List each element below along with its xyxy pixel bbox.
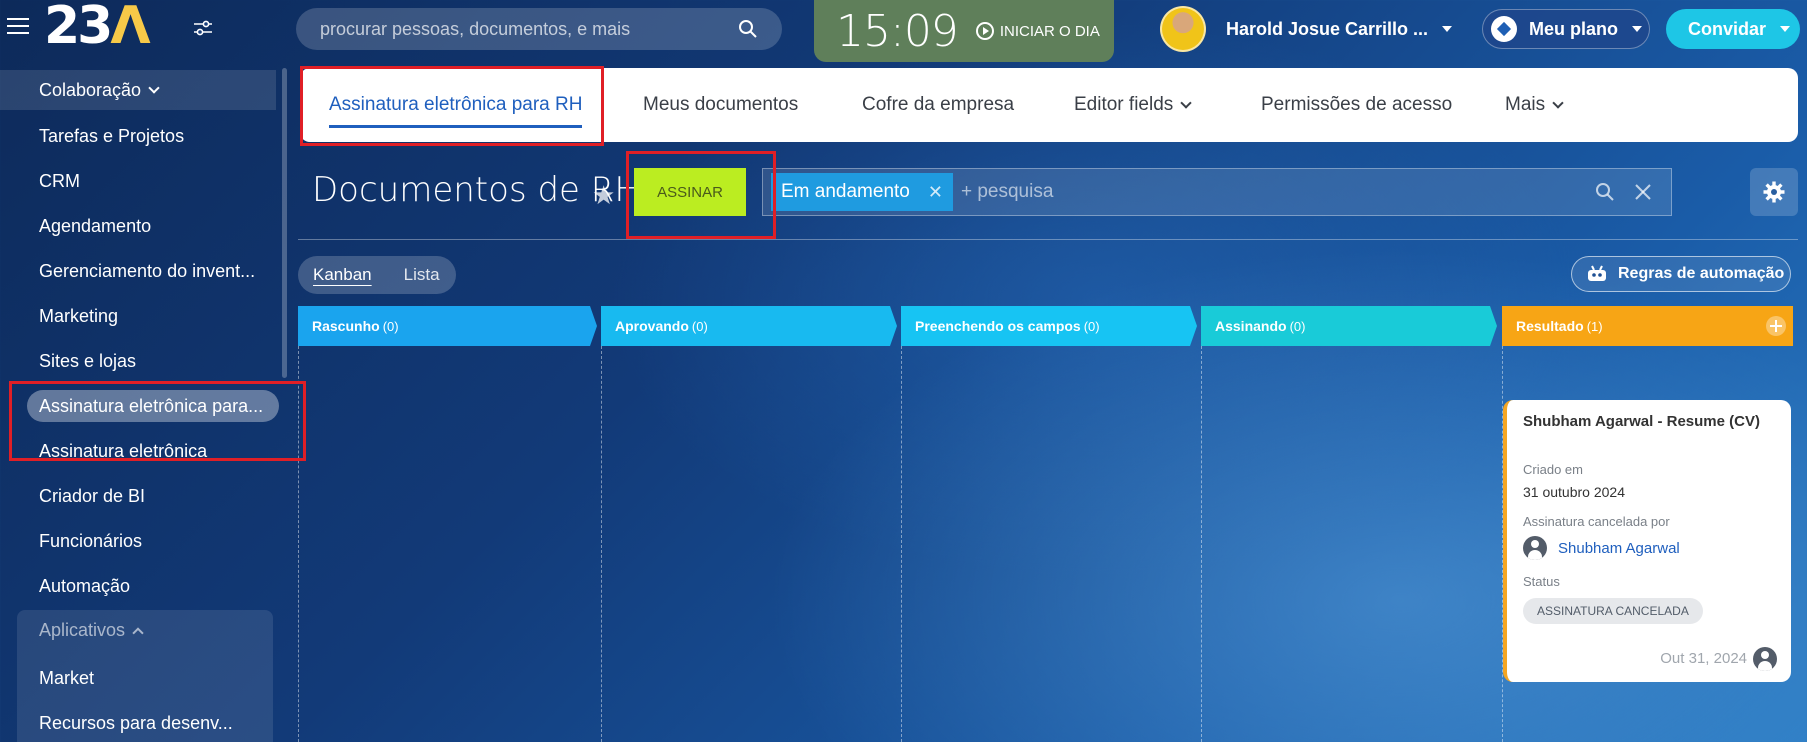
column-count: (0) (691, 318, 708, 334)
user-icon (1523, 536, 1547, 560)
column-header-result[interactable]: Resultado (1) (1502, 306, 1603, 346)
card-date: Out 31, 2024 (1660, 650, 1747, 667)
column-header-signing[interactable]: Assinando (0) (1201, 306, 1305, 346)
column-header-draft[interactable]: Rascunho (0) (298, 306, 399, 346)
created-label: Criado em (1523, 462, 1583, 477)
person-name[interactable]: Shubham Agarwal (1558, 540, 1680, 557)
highlight-box (626, 151, 776, 239)
column-header-filling[interactable]: Preenchendo os campos (0) (901, 306, 1100, 346)
column-title: Assinando (1215, 318, 1287, 334)
user-icon[interactable] (1753, 647, 1777, 671)
cancelled-by[interactable]: Shubham Agarwal (1523, 536, 1680, 560)
card-title[interactable]: Shubham Agarwal - Resume (CV) (1523, 412, 1773, 431)
column-divider (901, 346, 902, 742)
highlight-box (300, 66, 604, 146)
created-value: 31 outubro 2024 (1523, 484, 1625, 500)
column-title: Rascunho (312, 318, 380, 334)
highlight-box (9, 381, 306, 461)
column-count: (1) (1586, 318, 1603, 334)
column-title: Preenchendo os campos (915, 318, 1081, 334)
kanban-card[interactable]: Shubham Agarwal - Resume (CV) Criado em … (1503, 400, 1791, 682)
status-badge: ASSINATURA CANCELADA (1523, 598, 1703, 624)
column-divider (601, 346, 602, 742)
column-header-approving[interactable]: Aprovando (0) (601, 306, 708, 346)
column-count: (0) (1083, 318, 1100, 334)
column-count: (0) (382, 318, 399, 334)
cancelled-label: Assinatura cancelada por (1523, 514, 1670, 529)
column-divider (1201, 346, 1202, 742)
column-count: (0) (1289, 318, 1306, 334)
column-title: Resultado (1516, 318, 1584, 334)
add-icon[interactable] (1765, 315, 1787, 337)
column-title: Aprovando (615, 318, 689, 334)
status-label: Status (1523, 574, 1560, 589)
